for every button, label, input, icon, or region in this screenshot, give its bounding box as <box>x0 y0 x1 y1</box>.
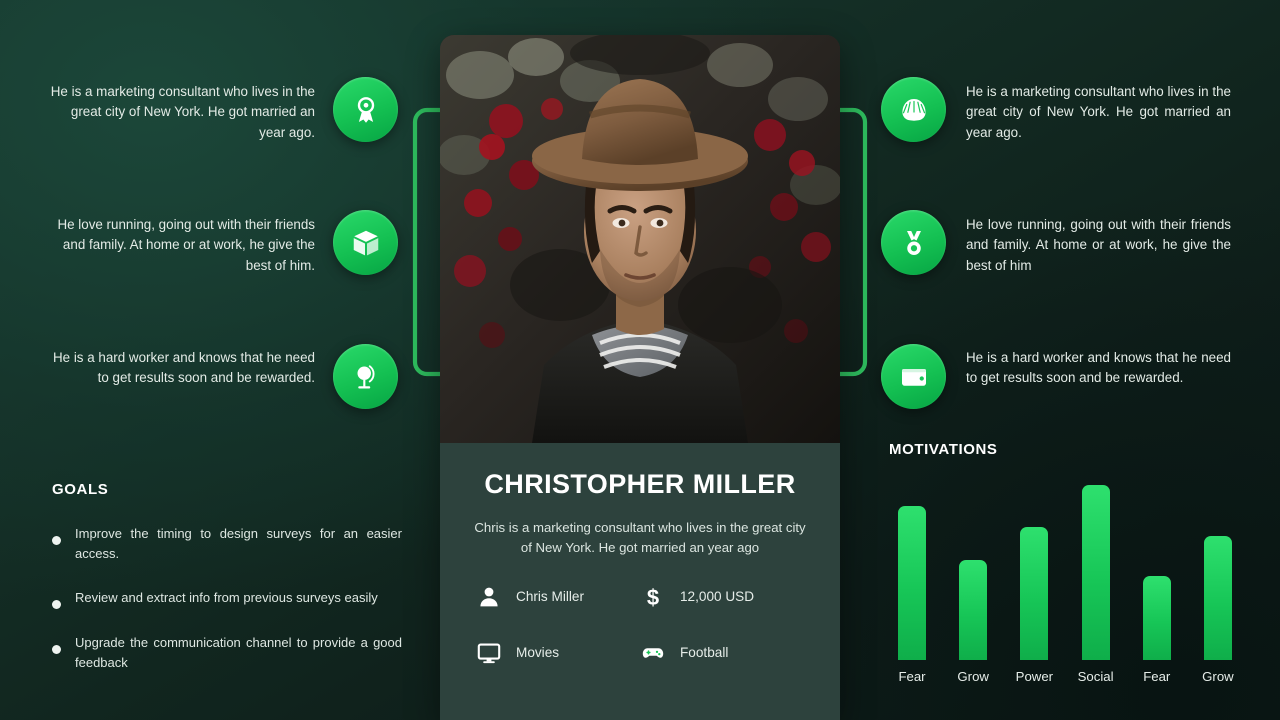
fact-name: Chris Miller <box>476 584 640 610</box>
right-note-text-3: He is a hard worker and knows that he ne… <box>966 350 1231 386</box>
goals-section: GOALS Improve the timing to design surve… <box>52 481 402 698</box>
chart-bar <box>1203 535 1232 660</box>
bullet-icon <box>52 645 61 655</box>
list-item: Improve the timing to design surveys for… <box>52 524 402 564</box>
goal-text: Review and extract info from previous su… <box>75 590 378 606</box>
medal-icon[interactable] <box>881 210 946 275</box>
list-item: Review and extract info from previous su… <box>52 588 402 610</box>
profile-card: CHRISTOPHER MILLER Chris is a marketing … <box>440 35 840 720</box>
profile-facts: Chris Miller $ 12,000 USD Movies Footbal… <box>464 584 816 666</box>
chart-bar-column <box>1011 485 1057 660</box>
dollar-icon: $ <box>640 584 666 610</box>
globe-stand-icon[interactable] <box>333 344 398 409</box>
left-note-text-3: He is a hard worker and knows that he ne… <box>52 350 315 386</box>
chart-bar-label: Fear <box>898 669 926 684</box>
gamepad-icon <box>640 640 666 666</box>
profile-card-body: CHRISTOPHER MILLER Chris is a marketing … <box>440 443 840 666</box>
chart-bar-column <box>889 485 935 660</box>
chart-bar <box>898 506 926 660</box>
fact-name-value: Chris Miller <box>516 589 584 605</box>
shell-icon[interactable] <box>881 77 946 142</box>
chart-bar-column <box>1134 485 1180 660</box>
goal-text: Improve the timing to design surveys for… <box>75 526 402 562</box>
motivations-chart: MOTIVATIONS Fear Grow Power Social Fear Grow <box>889 441 1241 696</box>
list-item: Upgrade the communication channel to pro… <box>52 633 402 673</box>
profile-description: Chris is a marketing consultant who live… <box>474 520 806 555</box>
right-note-text-1: He is a marketing consultant who lives i… <box>966 84 1231 140</box>
chart-bar <box>959 560 988 660</box>
monitor-icon <box>476 640 502 666</box>
chart-x-axis-labels: Fear Grow Power Social Fear Grow <box>889 669 1241 684</box>
motivations-title: MOTIVATIONS <box>889 441 998 458</box>
fact-salary: $ 12,000 USD <box>640 584 804 610</box>
left-note-text-2: He love running, going out with their fr… <box>57 217 315 273</box>
chart-bar <box>1081 485 1110 660</box>
fact-salary-value: 12,000 USD <box>680 589 755 605</box>
package-box-icon[interactable] <box>333 210 398 275</box>
fact-hobby-sport: Football <box>640 640 804 666</box>
chart-bar <box>1142 576 1171 660</box>
person-icon <box>476 584 502 610</box>
right-note-text-2: He love running, going out with their fr… <box>966 217 1231 273</box>
fact-hobby-media-value: Movies <box>516 645 560 661</box>
left-note-text-1: He is a marketing consultant who lives i… <box>50 84 315 140</box>
chart-bar-label: Power <box>1015 669 1054 684</box>
infographic-canvas: He is a marketing consultant who lives i… <box>0 0 1280 720</box>
chart-bar-label: Fear <box>1143 669 1171 684</box>
chart-bar-label: Social <box>1077 669 1114 684</box>
chart-bar-label: Grow <box>1202 669 1234 684</box>
fact-hobby-sport-value: Football <box>680 645 729 661</box>
chart-bar-column <box>1195 485 1241 660</box>
chart-bar-label: Grow <box>957 669 989 684</box>
svg-text:$: $ <box>647 585 659 609</box>
goals-title: GOALS <box>52 481 109 498</box>
bullet-icon <box>52 600 61 610</box>
chart-bar-column <box>1073 485 1119 660</box>
fact-hobby-media: Movies <box>476 640 640 666</box>
bullet-icon <box>52 536 61 545</box>
page-title: CHRISTOPHER MILLER <box>484 469 796 499</box>
chart-bar-column <box>950 485 996 660</box>
award-ribbon-icon[interactable] <box>333 77 398 142</box>
profile-photo <box>440 35 840 443</box>
chart-bar <box>1020 527 1049 660</box>
chart-plot-area <box>889 485 1241 660</box>
wallet-icon[interactable] <box>881 344 946 409</box>
goal-text: Upgrade the communication channel to pro… <box>75 635 402 671</box>
